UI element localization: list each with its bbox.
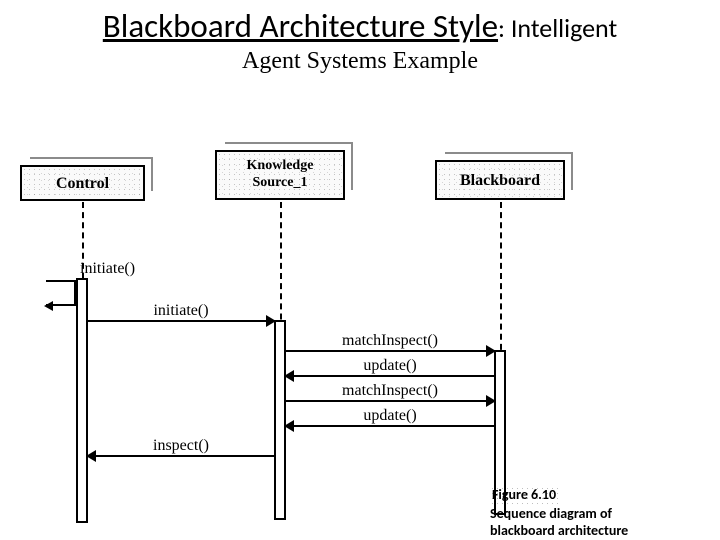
figure-number: Figure 6.10 bbox=[490, 486, 558, 505]
figure-caption: Figure 6.10 Sequence diagram of blackboa… bbox=[490, 486, 710, 540]
page-title: Blackboard Architecture Style: Intellige… bbox=[0, 0, 720, 77]
sequence-diagram: Control Knowledge Source_1 Blackboard in… bbox=[0, 110, 720, 540]
msg-initiate-self: initiate() bbox=[46, 280, 76, 306]
msg-label: inspect() bbox=[88, 437, 274, 455]
title-trailing: : Intelligent bbox=[498, 12, 617, 44]
activation-control bbox=[76, 278, 88, 523]
msg-label: matchInspect() bbox=[286, 332, 494, 350]
title-sub: Agent Systems Example bbox=[10, 48, 710, 75]
msg-label: update() bbox=[286, 357, 494, 375]
caption-line-2: blackboard architecture bbox=[490, 522, 628, 539]
title-underlined: Blackboard Architecture Style bbox=[103, 6, 498, 46]
actor-knowledge-source: Knowledge Source_1 bbox=[215, 150, 345, 200]
msg-label: initiate() bbox=[80, 260, 230, 278]
caption-line-1: Sequence diagram of bbox=[490, 505, 612, 522]
msg-label: matchInspect() bbox=[286, 382, 494, 400]
actor-blackboard: Blackboard bbox=[435, 160, 565, 200]
msg-label: initiate() bbox=[88, 302, 274, 320]
msg-label: update() bbox=[286, 407, 494, 425]
actor-control: Control bbox=[20, 165, 145, 201]
